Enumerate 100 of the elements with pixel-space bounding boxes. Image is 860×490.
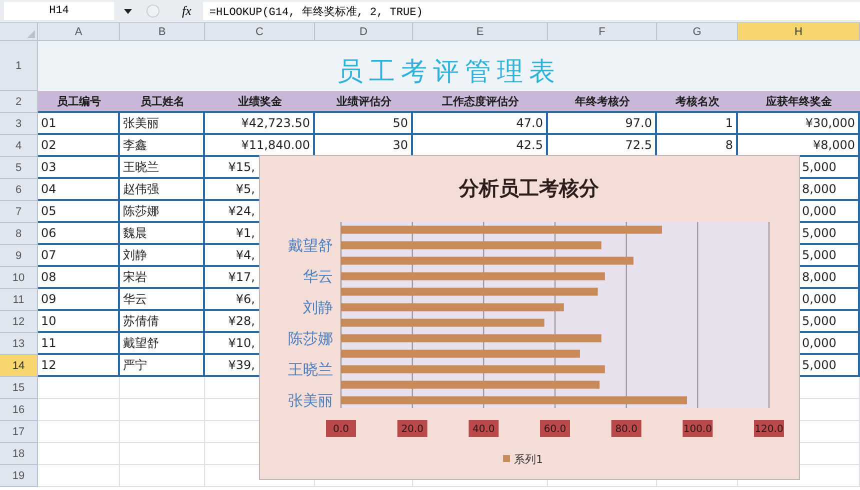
table-cell: ¥30,000 xyxy=(738,113,860,135)
table-cell: 0,000 xyxy=(802,336,836,350)
column-heading: 年终考核分 xyxy=(548,91,657,113)
table-cell: ¥5, xyxy=(236,182,255,196)
axis-label: 戴望舒 xyxy=(288,236,333,254)
formula-field[interactable]: =HLOOKUP(G14, 年终奖标准, 2, TRUE) xyxy=(203,2,860,20)
row-header[interactable]: 12 xyxy=(0,311,38,333)
axis-label: 陈莎娜 xyxy=(288,329,333,348)
table-cell: 06 xyxy=(38,223,120,245)
x-tick-label: 60.0 xyxy=(544,424,566,435)
table-cell: 5,000 xyxy=(802,248,836,262)
table-cell: 宋岩 xyxy=(120,267,205,289)
table-cell: 10 xyxy=(38,311,120,333)
column-heading: 业绩评估分 xyxy=(315,91,413,113)
table-cell: 魏晨 xyxy=(120,223,205,245)
table-cell: 07 xyxy=(38,245,120,267)
resize-handle-icon[interactable] xyxy=(146,2,160,20)
table-cell: 8,000 xyxy=(802,270,836,284)
column-header[interactable]: A xyxy=(38,23,120,41)
table-cell: ¥10, xyxy=(228,336,255,350)
row-header[interactable]: 2 xyxy=(0,91,38,113)
column-heading: 员工编号 xyxy=(38,91,120,113)
tick-label: 60.0 xyxy=(540,420,570,437)
table-cell: ¥15, xyxy=(228,160,255,174)
table-cell: ¥17, xyxy=(228,270,255,284)
row-header[interactable]: 5 xyxy=(0,157,38,179)
table-cell: 12 xyxy=(38,355,120,377)
legend-label: 系列1 xyxy=(514,453,543,466)
x-tick-label: 80.0 xyxy=(615,424,638,435)
column-header[interactable]: B xyxy=(120,23,205,41)
table-cell: ¥39, xyxy=(228,358,255,372)
row-header[interactable]: 7 xyxy=(0,201,38,223)
tick-label: 40.0 xyxy=(468,420,499,437)
row-header[interactable]: 1 xyxy=(0,41,38,91)
axis-label: 华云 xyxy=(303,267,333,286)
table-cell: 01 xyxy=(38,113,120,135)
legend-marker-icon xyxy=(503,455,510,462)
axis-label: 刘静 xyxy=(303,298,333,316)
column-header[interactable]: E xyxy=(413,23,548,41)
x-tick-label: 120.0 xyxy=(754,424,784,435)
axis-label: 张美丽 xyxy=(288,391,333,410)
table-cell: 戴望舒 xyxy=(120,333,205,355)
table-cell: 5,000 xyxy=(802,160,836,174)
x-tick-label: 100.0 xyxy=(683,424,712,435)
column-header[interactable]: G xyxy=(657,23,738,41)
row-header[interactable]: 3 xyxy=(0,113,38,135)
name-box[interactable]: H14 xyxy=(4,2,114,20)
column-header[interactable]: C xyxy=(205,23,315,41)
table-cell: 0,000 xyxy=(802,292,836,306)
table-cell: ¥1, xyxy=(236,226,255,240)
table-cell: 华云 xyxy=(120,289,205,311)
table-cell: 0,000 xyxy=(802,204,836,218)
row-header[interactable]: 6 xyxy=(0,179,38,201)
row-header[interactable]: 16 xyxy=(0,399,38,421)
row-header[interactable]: 19 xyxy=(0,465,38,487)
row-header[interactable]: 18 xyxy=(0,443,38,465)
insert-function-button[interactable]: fx xyxy=(182,3,192,19)
table-cell: 严宁 xyxy=(120,355,205,377)
column-heading: 考核名次 xyxy=(657,91,738,113)
x-tick-label: 0.0 xyxy=(333,424,349,435)
table-cell: 02 xyxy=(38,135,120,157)
table-cell: 陈莎娜 xyxy=(120,201,205,223)
column-heading: 工作态度评估分 xyxy=(413,91,548,113)
table-cell: 8,000 xyxy=(802,182,836,196)
table-cell: 09 xyxy=(38,289,120,311)
table-cell: 5,000 xyxy=(802,314,836,328)
row-header[interactable]: 17 xyxy=(0,421,38,443)
tick-label: 0.0 xyxy=(326,420,356,437)
column-header[interactable]: H xyxy=(738,23,860,41)
table-cell: 05 xyxy=(38,201,120,223)
table-cell: 11 xyxy=(38,333,120,355)
row-header[interactable]: 4 xyxy=(0,135,38,157)
row-header[interactable]: 11 xyxy=(0,289,38,311)
table-cell: ¥28, xyxy=(228,314,255,328)
chart-title: 分析员工考核分 xyxy=(459,176,599,200)
table-cell: 47.0 xyxy=(413,113,548,135)
dropdown-icon[interactable] xyxy=(124,8,132,14)
table-cell: 刘静 xyxy=(120,245,205,267)
row-header[interactable]: 13 xyxy=(0,333,38,355)
sheet-title: 员工考评管理表 xyxy=(337,56,561,89)
table-cell: 王晓兰 xyxy=(120,157,205,179)
row-header[interactable]: 8 xyxy=(0,223,38,245)
table-cell: ¥24, xyxy=(228,204,255,218)
tick-label: 20.0 xyxy=(397,420,428,437)
column-heading: 业绩奖金 xyxy=(205,91,315,113)
x-tick-label: 40.0 xyxy=(472,424,495,435)
table-cell: ¥42,723.50 xyxy=(205,113,315,135)
table-cell: 赵伟强 xyxy=(120,179,205,201)
column-heading: 应获年终奖金 xyxy=(738,91,860,113)
row-header[interactable]: 14 xyxy=(0,355,38,377)
table-cell: 李鑫 xyxy=(120,135,205,157)
row-header[interactable]: 10 xyxy=(0,267,38,289)
table-cell: 5,000 xyxy=(802,226,836,240)
column-header[interactable]: F xyxy=(548,23,657,41)
table-cell: 苏倩倩 xyxy=(120,311,205,333)
column-header[interactable]: D xyxy=(315,23,413,41)
table-cell: 50 xyxy=(315,113,413,135)
row-header[interactable]: 9 xyxy=(0,245,38,267)
table-cell: ¥6, xyxy=(236,292,255,306)
row-header[interactable]: 15 xyxy=(0,377,38,399)
